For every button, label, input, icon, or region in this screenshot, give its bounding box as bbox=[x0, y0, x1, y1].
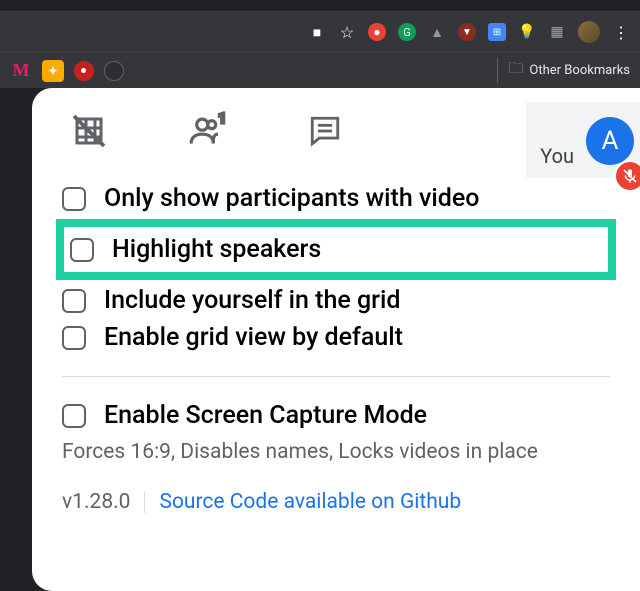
divider bbox=[62, 376, 610, 377]
tab-chat[interactable] bbox=[306, 112, 344, 150]
other-bookmarks-button[interactable]: 🗀 Other Bookmarks bbox=[497, 58, 630, 83]
folder-icon: 🗀 bbox=[508, 58, 523, 83]
source-code-link[interactable]: Source Code available on Github bbox=[159, 490, 461, 514]
grammarly-icon[interactable]: G bbox=[398, 23, 416, 41]
you-label: You bbox=[540, 144, 574, 168]
label-screen-capture: Enable Screen Capture Mode bbox=[104, 401, 427, 430]
drive-icon[interactable]: ▲ bbox=[428, 23, 446, 41]
browser-toolbar: ■ ☆ ● G ▲ ▼ ⊞ 💡 ▦ ⋮ bbox=[0, 12, 640, 52]
apps-grid-icon[interactable]: ▦ bbox=[548, 23, 566, 41]
profile-avatar-icon[interactable] bbox=[578, 21, 600, 43]
checkbox-highlight-speakers[interactable] bbox=[70, 238, 94, 262]
mic-muted-icon[interactable] bbox=[614, 160, 640, 192]
checkbox-only-video[interactable] bbox=[62, 187, 86, 211]
options-list: Only show participants with video Highli… bbox=[32, 180, 640, 356]
tabs-row: 1 You A bbox=[32, 102, 640, 180]
option-include-yourself[interactable]: Include yourself in the grid bbox=[62, 282, 610, 319]
option-screen-capture[interactable]: Enable Screen Capture Mode bbox=[62, 397, 610, 434]
checkbox-include-yourself[interactable] bbox=[62, 289, 86, 313]
label-enable-default: Enable grid view by default bbox=[104, 323, 403, 352]
version-label: v1.28.0 bbox=[62, 490, 130, 514]
label-highlight-speakers: Highlight speakers bbox=[112, 235, 321, 264]
user-avatar: A bbox=[586, 117, 634, 165]
bookmarks-bar: M ✦ 🗀 Other Bookmarks bbox=[0, 52, 640, 88]
bookmark-item-dark[interactable] bbox=[104, 61, 124, 81]
self-video-tile: You A bbox=[526, 102, 640, 178]
browser-menu-icon[interactable]: ⋮ bbox=[612, 23, 630, 41]
page-background: 1 You A Only show participants with vide… bbox=[0, 88, 640, 591]
option-only-video[interactable]: Only show participants with video bbox=[62, 180, 610, 217]
screen-capture-description: Forces 16:9, Disables names, Locks video… bbox=[32, 440, 640, 464]
checkbox-enable-default[interactable] bbox=[62, 326, 86, 350]
avatar-letter: A bbox=[602, 126, 619, 156]
settings-panel: 1 You A Only show participants with vide… bbox=[32, 88, 640, 591]
checkbox-screen-capture[interactable] bbox=[62, 404, 86, 428]
option-enable-default[interactable]: Enable grid view by default bbox=[62, 319, 610, 356]
extension-v-icon[interactable]: ▼ bbox=[458, 23, 476, 41]
option-highlight-speakers[interactable]: Highlight speakers bbox=[56, 219, 616, 280]
options-list-2: Enable Screen Capture Mode bbox=[32, 397, 640, 434]
label-only-video: Only show participants with video bbox=[104, 184, 479, 213]
lightbulb-icon[interactable]: 💡 bbox=[518, 23, 536, 41]
extension-red-icon[interactable]: ● bbox=[368, 23, 386, 41]
tab-grid-disabled[interactable] bbox=[70, 112, 108, 150]
label-include-yourself: Include yourself in the grid bbox=[104, 286, 400, 315]
browser-tab-strip bbox=[0, 0, 640, 12]
bookmark-item-youtube[interactable] bbox=[74, 61, 94, 81]
other-bookmarks-label: Other Bookmarks bbox=[529, 63, 630, 78]
camera-icon[interactable]: ■ bbox=[308, 23, 326, 41]
bookmark-star-icon[interactable]: ☆ bbox=[338, 23, 356, 41]
svg-text:1: 1 bbox=[218, 111, 226, 127]
footer-separator bbox=[144, 491, 145, 513]
bookmark-item-orange[interactable]: ✦ bbox=[42, 60, 64, 82]
tab-participants[interactable]: 1 bbox=[188, 112, 226, 150]
extension-blue-icon[interactable]: ⊞ bbox=[488, 23, 506, 41]
bookmark-item-m[interactable]: M bbox=[10, 60, 32, 82]
footer-row: v1.28.0 Source Code available on Github bbox=[32, 464, 640, 514]
